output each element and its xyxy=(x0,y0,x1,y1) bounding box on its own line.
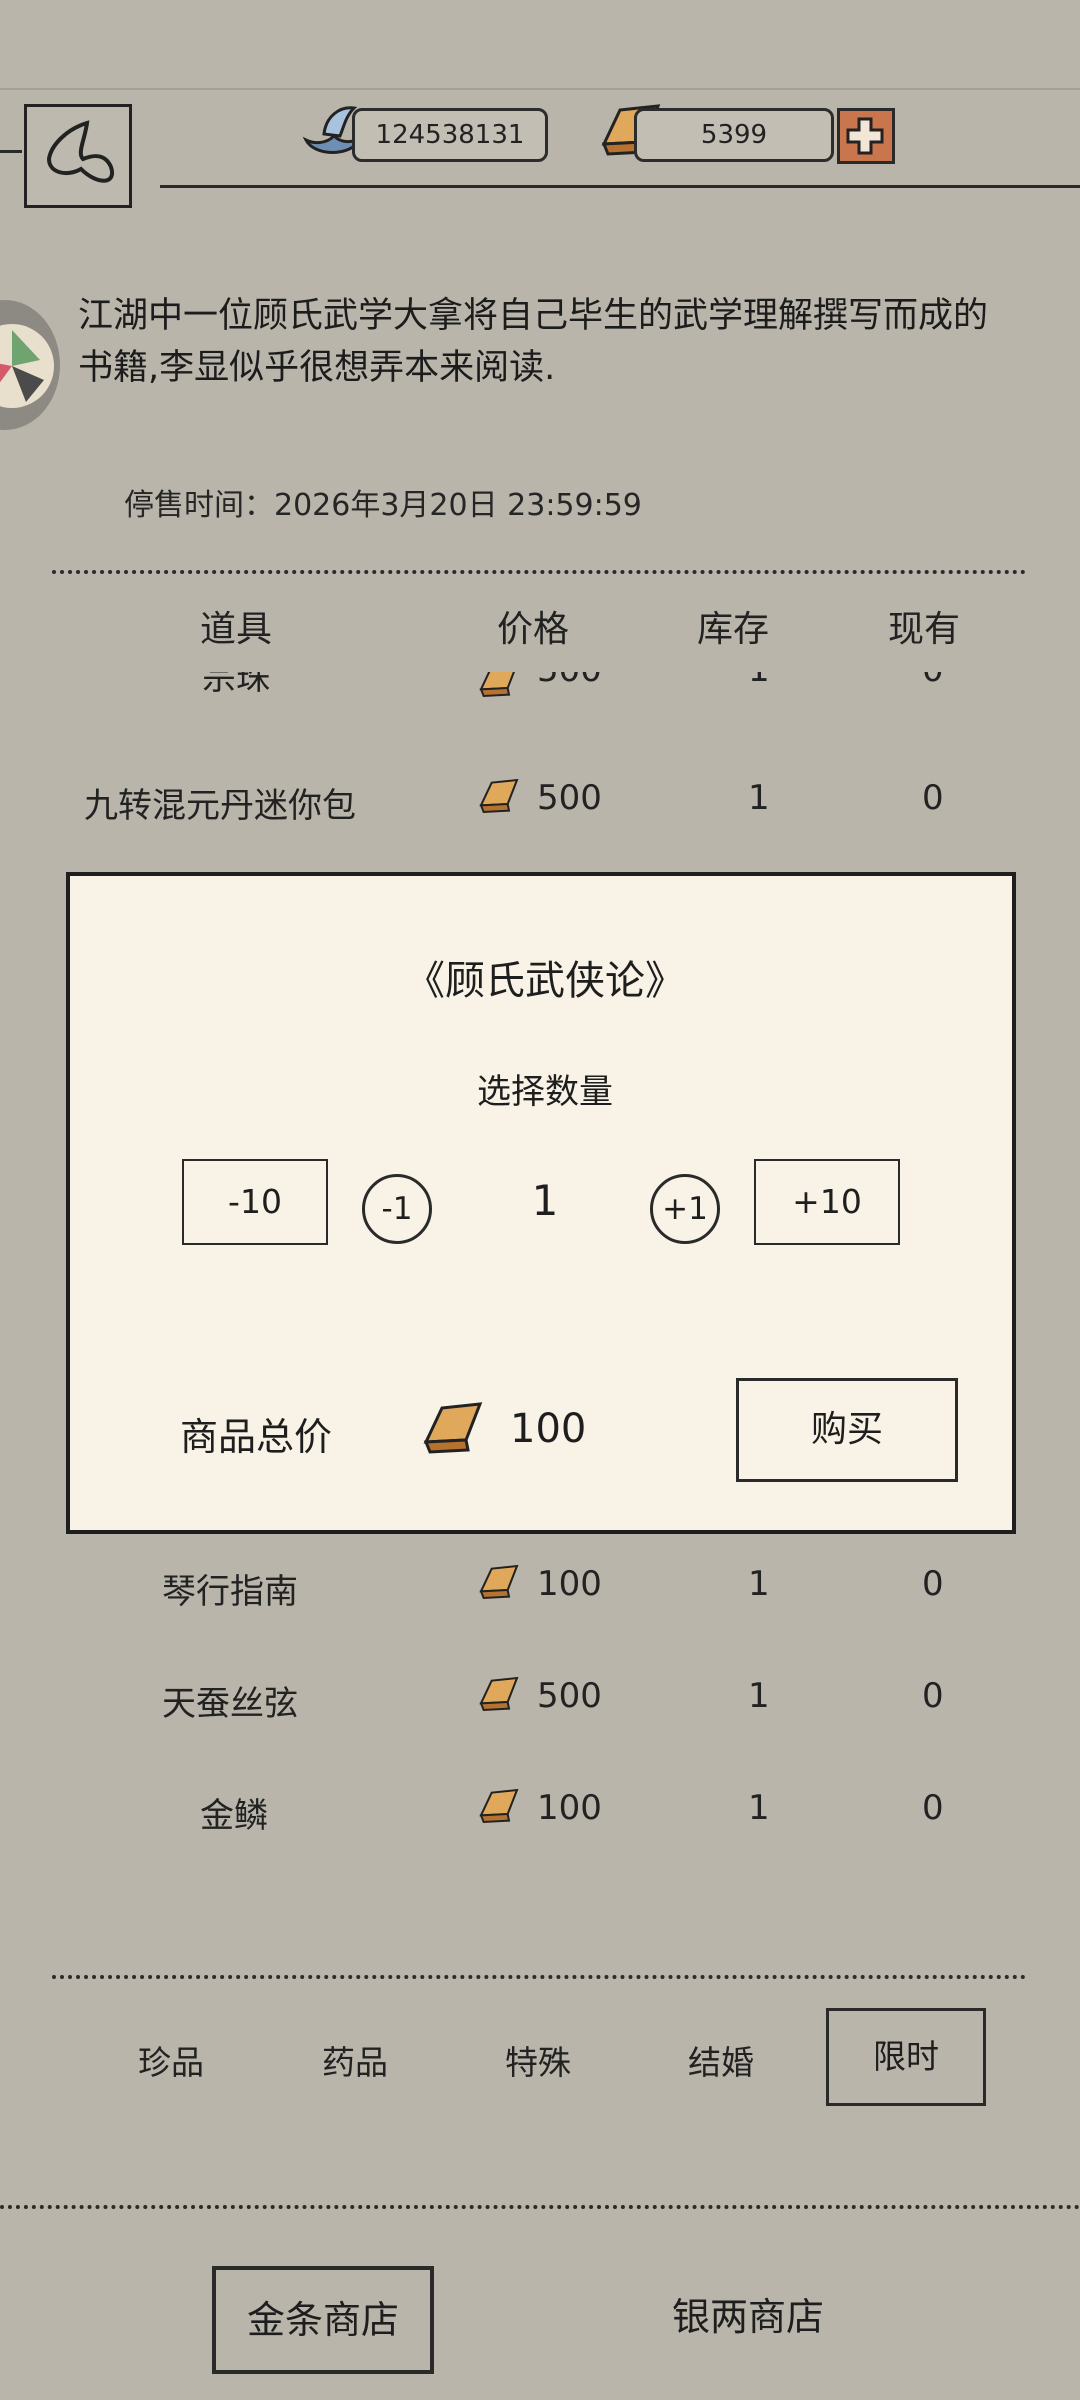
stop-sale-time: 停售时间：2026年3月20日 23:59:59 xyxy=(124,488,642,523)
gold-amount: 5399 xyxy=(634,108,834,162)
row-owned: 0 xyxy=(922,672,944,690)
row-price: 100 xyxy=(537,1564,602,1604)
buy-button[interactable]: 购买 xyxy=(736,1378,958,1482)
add-gold-button[interactable] xyxy=(837,108,895,164)
gold-bar-icon xyxy=(479,1788,519,1824)
plus-10-button[interactable]: +10 xyxy=(754,1159,900,1245)
table-row[interactable]: 天蚕丝弦 500 1 0 xyxy=(0,1670,1080,1730)
dotted-divider-bottom xyxy=(0,2205,1080,2209)
back-button[interactable] xyxy=(24,104,132,208)
quantity-value: 1 xyxy=(531,1176,559,1225)
gold-shop-button[interactable]: 金条商店 xyxy=(212,2266,434,2374)
total-price-value: 100 xyxy=(510,1406,587,1452)
back-arrow-icon xyxy=(46,120,115,183)
row-price: 500 xyxy=(537,778,602,818)
plus-1-button[interactable]: +1 xyxy=(650,1174,720,1244)
col-item: 道具 xyxy=(200,609,273,650)
table-row[interactable]: 宗珠 500 1 0 xyxy=(0,672,1080,717)
col-owned: 现有 xyxy=(888,609,961,650)
row-item-name: 宗珠 xyxy=(202,672,270,698)
quantity-modal: 《顾氏武侠论》 选择数量 -10 -1 1 +1 +10 商品总价 100 购买 xyxy=(66,872,1016,1534)
row-item-name: 金鳞 xyxy=(200,1796,268,1836)
top-divider xyxy=(0,88,1080,90)
table-row[interactable]: 琴行指南 100 1 0 xyxy=(0,1558,1080,1618)
total-price-label: 商品总价 xyxy=(180,1415,333,1459)
row-item-name: 琴行指南 xyxy=(162,1572,298,1612)
gold-bar-icon xyxy=(479,778,519,814)
item-description: 江湖中一位顾氏武学大拿将自己毕生的武学理解撰写而成的书籍,李显似乎很想弄本来阅读… xyxy=(78,296,989,388)
table-row[interactable]: 九转混元丹迷你包 500 1 0 xyxy=(0,770,1080,830)
row-stock: 1 xyxy=(748,778,770,818)
header-rule-left xyxy=(0,150,22,153)
tab-limited[interactable]: 限时 xyxy=(826,2008,986,2106)
row-item-name: 天蚕丝弦 xyxy=(162,1684,298,1724)
row-owned: 0 xyxy=(922,1564,944,1604)
modal-title: 《顾氏武侠论》 xyxy=(405,958,685,1004)
gold-bar-icon xyxy=(479,1564,519,1600)
silver-shop-button[interactable]: 银两商店 xyxy=(672,2286,824,2341)
row-owned: 0 xyxy=(922,778,944,818)
header-rule xyxy=(160,185,1080,188)
row-owned: 0 xyxy=(922,1788,944,1828)
row-stock: 1 xyxy=(748,672,770,690)
tab-treasure[interactable]: 珍品 xyxy=(138,2036,204,2084)
row-stock: 1 xyxy=(748,1676,770,1716)
gold-bar-icon xyxy=(423,1402,483,1454)
minus-10-button[interactable]: -10 xyxy=(182,1159,328,1245)
dotted-divider-middle xyxy=(52,1975,1026,1979)
row-owned: 0 xyxy=(922,1676,944,1716)
plus-icon xyxy=(846,117,884,155)
npc-avatar xyxy=(0,300,60,430)
dotted-divider-top xyxy=(52,570,1026,574)
minus-1-button[interactable]: -1 xyxy=(362,1174,432,1244)
row-item-name: 九转混元丹迷你包 xyxy=(84,786,356,826)
col-stock: 库存 xyxy=(697,609,770,650)
tab-marriage[interactable]: 结婚 xyxy=(688,2036,754,2084)
gold-bar-icon xyxy=(479,1676,519,1712)
row-price: 100 xyxy=(537,1788,602,1828)
modal-subtitle: 选择数量 xyxy=(477,1072,613,1112)
row-stock: 1 xyxy=(748,1564,770,1604)
gold-bar-icon xyxy=(479,672,515,698)
row-stock: 1 xyxy=(748,1788,770,1828)
row-price: 500 xyxy=(537,1676,602,1716)
tab-special[interactable]: 特殊 xyxy=(505,2036,571,2084)
col-price: 价格 xyxy=(497,609,570,650)
row-price: 500 xyxy=(537,672,602,690)
tab-medicine[interactable]: 药品 xyxy=(322,2036,388,2084)
table-row[interactable]: 金鳞 100 1 0 xyxy=(0,1782,1080,1842)
silver-amount: 124538131 xyxy=(352,108,548,162)
